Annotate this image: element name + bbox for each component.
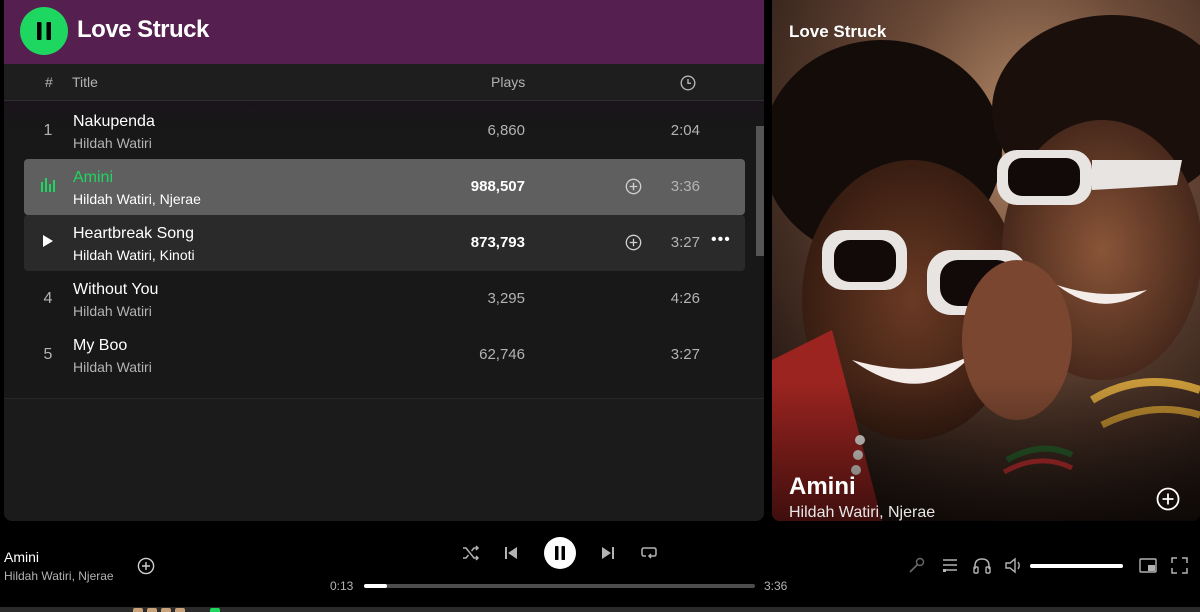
repeat-icon[interactable] <box>640 545 658 561</box>
track-artist[interactable]: Hildah Watiri, Njerae <box>73 191 201 207</box>
miniplayer-icon[interactable] <box>1139 558 1157 573</box>
previous-track-icon[interactable] <box>503 545 519 561</box>
track-title[interactable]: Heartbreak Song <box>73 225 194 243</box>
track-row[interactable]: Heartbreak Song Hildah Watiri, Kinoti 87… <box>24 215 745 271</box>
track-row[interactable]: 5 My Boo Hildah Watiri 62,746 3:27 <box>24 327 745 383</box>
pause-icon <box>555 546 565 560</box>
album-title: Love Struck <box>77 16 209 43</box>
track-duration: 3:36 <box>670 178 700 195</box>
volume-slider[interactable] <box>1030 564 1123 568</box>
add-to-library-icon[interactable] <box>137 557 155 575</box>
add-to-library-icon[interactable] <box>1156 487 1180 511</box>
track-title[interactable]: Without You <box>73 281 158 299</box>
track-plays: 988,507 <box>470 178 525 195</box>
track-artist[interactable]: Hildah Watiri <box>73 303 152 319</box>
player-track-artist[interactable]: Hildah Watiri, Njerae <box>4 569 114 583</box>
track-duration: 3:27 <box>670 346 700 363</box>
column-title[interactable]: Title <box>72 74 98 90</box>
now-playing-view: Love Struck Amini Hildah Watiri, Njerae <box>772 0 1200 521</box>
track-artist[interactable]: Hildah Watiri, Kinoti <box>73 247 195 263</box>
track-title[interactable]: Nakupenda <box>73 113 155 131</box>
add-to-library-icon[interactable] <box>625 178 642 195</box>
track-plays: 62,746 <box>479 346 525 363</box>
playback-progress-fill <box>364 584 388 588</box>
track-row[interactable]: 1 Nakupenda Hildah Watiri 6,860 2:04 <box>24 103 745 159</box>
more-options-icon[interactable]: ••• <box>711 231 731 249</box>
tracklist-column-headers: # Title Plays <box>4 64 764 101</box>
total-time: 3:36 <box>764 579 788 593</box>
track-number: 4 <box>43 290 53 307</box>
pause-icon <box>37 22 51 40</box>
play-track-icon[interactable] <box>24 234 72 253</box>
now-playing-artist[interactable]: Hildah Watiri, Njerae <box>789 504 935 521</box>
track-artist[interactable]: Hildah Watiri <box>73 135 152 151</box>
album-pause-button[interactable] <box>20 7 68 55</box>
track-number: 1 <box>43 122 53 139</box>
queue-icon[interactable] <box>942 558 958 574</box>
tracklist: 1 Nakupenda Hildah Watiri 6,860 2:04 Ami… <box>4 101 764 398</box>
tracklist-scrollbar[interactable] <box>756 126 764 256</box>
playback-progress-bar[interactable] <box>364 584 755 588</box>
track-duration: 2:04 <box>670 122 700 139</box>
tracklist-panel: Love Struck # Title Plays 1 Nakupenda Hi… <box>4 0 764 521</box>
track-row-now-playing[interactable]: Amini Hildah Watiri, Njerae 988,507 3:36 <box>24 159 745 215</box>
track-plays: 6,860 <box>487 122 525 139</box>
column-number: # <box>45 74 53 90</box>
next-track-icon[interactable] <box>600 545 616 561</box>
microphone-lyrics-icon[interactable] <box>908 557 925 574</box>
now-playing-context-label[interactable]: Love Struck <box>789 22 886 42</box>
connect-device-icon[interactable] <box>973 557 991 574</box>
track-row[interactable]: 4 Without You Hildah Watiri 3,295 4:26 <box>24 271 745 327</box>
taskbar-app-icon[interactable] <box>175 608 185 612</box>
track-duration: 4:26 <box>670 290 700 307</box>
add-to-library-icon[interactable] <box>625 234 642 251</box>
clock-icon[interactable] <box>680 75 696 91</box>
track-number: 5 <box>43 346 53 363</box>
track-title[interactable]: My Boo <box>73 337 127 355</box>
elapsed-time: 0:13 <box>330 579 354 593</box>
equalizer-icon <box>24 176 72 197</box>
fullscreen-icon[interactable] <box>1171 557 1188 574</box>
volume-icon[interactable] <box>1005 557 1023 574</box>
now-playing-track-title[interactable]: Amini <box>789 473 856 501</box>
track-title[interactable]: Amini <box>73 169 113 187</box>
taskbar-spotify-icon[interactable] <box>210 608 220 612</box>
album-header: Love Struck <box>4 0 764 64</box>
column-plays[interactable]: Plays <box>491 74 525 90</box>
tracklist-footer-area <box>4 398 764 521</box>
taskbar-app-icon[interactable] <box>147 608 157 612</box>
track-duration: 3:27 <box>670 234 700 251</box>
track-plays: 3,295 <box>487 290 525 307</box>
track-plays: 873,793 <box>470 234 525 251</box>
play-pause-button[interactable] <box>544 537 576 569</box>
taskbar-app-icon[interactable] <box>161 608 171 612</box>
player-bar: Amini Hildah Watiri, Njerae 0:13 3:36 <box>0 521 1200 607</box>
track-artist[interactable]: Hildah Watiri <box>73 359 152 375</box>
volume-slider-fill <box>1030 564 1123 568</box>
player-track-title[interactable]: Amini <box>4 549 39 565</box>
taskbar-app-icon[interactable] <box>133 608 143 612</box>
shuffle-icon[interactable] <box>462 545 480 561</box>
